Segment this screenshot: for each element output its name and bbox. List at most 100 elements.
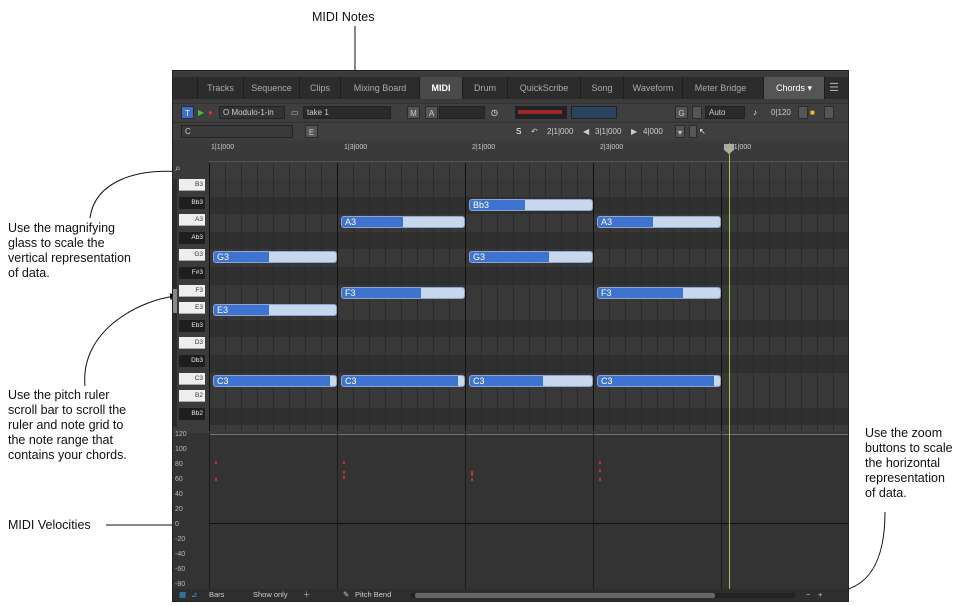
velocity-lane[interactable]: 120 100 80 60 40 20 0 -20 -40 -60 -80 xyxy=(173,431,848,589)
velocity-marker[interactable] xyxy=(599,460,601,464)
midi-note[interactable]: A3 xyxy=(341,216,465,229)
velocity-scale-label: -80 xyxy=(175,581,186,588)
snap-label[interactable]: S xyxy=(516,125,521,138)
arm-button[interactable]: A xyxy=(425,106,438,119)
note-label: E3 xyxy=(217,305,229,316)
midi-note[interactable]: C3 xyxy=(597,374,721,387)
auto-select[interactable]: Auto xyxy=(705,106,745,119)
key-ab3[interactable]: Ab3 xyxy=(179,231,205,244)
tab-waveform[interactable]: Waveform xyxy=(623,77,682,99)
midi-note[interactable]: C3 xyxy=(341,374,465,387)
midi-note[interactable]: C3 xyxy=(213,374,337,387)
key-b3[interactable]: B3 xyxy=(179,179,205,191)
velocity-marker[interactable] xyxy=(215,477,217,481)
tab-mixing-board[interactable]: Mixing Board xyxy=(340,77,419,99)
bars-select[interactable]: Bars xyxy=(209,589,224,601)
ruler-label: 1|3|000 xyxy=(344,144,368,151)
key-f3[interactable]: F3 xyxy=(179,284,205,297)
layout-icon[interactable]: ▦ xyxy=(179,589,186,601)
tab-meter-bridge[interactable]: Meter Bridge xyxy=(682,77,758,99)
midi-note[interactable]: F3 xyxy=(341,286,465,299)
zoom-in-button[interactable]: + xyxy=(818,589,822,601)
play-icon[interactable]: ▶ xyxy=(198,106,204,119)
position-dropdown[interactable]: ▾ xyxy=(675,125,685,138)
arrow-left-icon: ◀ xyxy=(583,127,590,136)
select-tool-checkbox[interactable] xyxy=(689,125,697,138)
undo-icon[interactable]: ↶ xyxy=(531,125,538,138)
extra-checkbox[interactable] xyxy=(824,106,834,119)
record-icon[interactable]: ● xyxy=(208,106,213,119)
zoom-callout: Use the zoom buttons to scale the horizo… xyxy=(865,426,961,501)
velocity-marker[interactable] xyxy=(471,472,473,476)
shield-icon[interactable]: ■ xyxy=(810,106,815,119)
midi-note[interactable]: A3 xyxy=(597,216,721,229)
midi-note[interactable]: F3 xyxy=(597,286,721,299)
tab-tracks[interactable]: Tracks xyxy=(197,77,243,99)
zoom-out-button[interactable]: − xyxy=(806,589,810,601)
tab-chords[interactable]: Chords ▾ xyxy=(763,77,824,99)
velocity-scale-label: 100 xyxy=(175,446,187,453)
tab-sequence[interactable]: Sequence xyxy=(243,77,299,99)
velocity-marker[interactable] xyxy=(343,476,345,480)
controller-select[interactable]: Pitch Bend xyxy=(355,589,391,601)
key-eb3[interactable]: Eb3 xyxy=(179,319,205,332)
velocity-scale-label: 120 xyxy=(175,431,187,438)
key-d3[interactable]: D3 xyxy=(179,337,205,350)
add-button[interactable]: ＋ xyxy=(303,589,311,601)
key-fsharp3[interactable]: F#3 xyxy=(179,267,205,279)
tab-drum[interactable]: Drum xyxy=(462,77,507,99)
tab-midi[interactable]: MIDI xyxy=(419,77,462,99)
pitch-ruler[interactable]: B3 Bb3 A3 Ab3 G3 F#3 F3 E3 Eb3 D3 Db3 C3 B2 Bb2 xyxy=(175,179,205,427)
key-e3[interactable]: E3 xyxy=(179,302,205,315)
pencil-icon[interactable]: ✎ xyxy=(343,589,349,601)
callout-line: Use the pitch ruler xyxy=(8,388,110,402)
key-bb3[interactable]: Bb3 xyxy=(179,196,205,209)
tab-song[interactable]: Song xyxy=(580,77,623,99)
callout-line: of data. xyxy=(8,266,50,280)
tab-quickscribe[interactable]: QuickScribe xyxy=(507,77,580,99)
value-field[interactable] xyxy=(439,106,485,119)
velocity-marker[interactable] xyxy=(471,477,473,481)
velocity-scale-label: 80 xyxy=(175,461,183,468)
key-c3[interactable]: C3 xyxy=(179,372,205,385)
velocity-zero-line xyxy=(209,523,848,524)
note-icon: ♪ xyxy=(753,108,757,117)
clock-icon[interactable]: ◷ xyxy=(491,106,498,119)
horizontal-scrollbar[interactable] xyxy=(411,593,795,598)
midi-note[interactable]: C3 xyxy=(469,374,593,387)
key-bb2[interactable]: Bb2 xyxy=(179,407,205,420)
velocity-marker[interactable] xyxy=(343,460,345,464)
horizontal-scrollbar-thumb[interactable] xyxy=(415,593,715,598)
menu-icon[interactable]: ☰ xyxy=(824,77,843,99)
midi-note[interactable]: Bb3 xyxy=(469,198,593,211)
velocity-marker[interactable] xyxy=(343,471,345,475)
magnifier-icon[interactable]: ⌕ xyxy=(175,163,181,174)
midi-note[interactable]: G3 xyxy=(469,251,593,264)
midi-note[interactable]: G3 xyxy=(213,251,337,264)
grid-button[interactable]: G xyxy=(675,106,688,119)
auto-checkbox[interactable] xyxy=(692,106,702,119)
take-select[interactable]: take 1 xyxy=(303,106,391,119)
chord-field[interactable]: C xyxy=(181,125,293,138)
key-g3[interactable]: G3 xyxy=(179,249,205,262)
cursor-icon[interactable]: ↖ xyxy=(699,125,706,138)
key-b2[interactable]: B2 xyxy=(179,390,205,403)
option-checkbox[interactable] xyxy=(798,106,808,119)
ruler-icon[interactable]: ⊿ xyxy=(191,589,197,601)
midi-note[interactable]: E3 xyxy=(213,304,337,317)
midi-input-select[interactable]: O Modulo-1-in xyxy=(219,106,285,119)
key-a3[interactable]: A3 xyxy=(179,214,205,227)
e-button[interactable]: E xyxy=(305,125,318,138)
velocity-marker[interactable] xyxy=(215,460,217,464)
track-button[interactable]: T xyxy=(181,106,194,119)
time-ruler[interactable]: 1|1|000 1|3|000 2|1|000 2|3|000 3|1|000 xyxy=(173,143,848,162)
callout-line: glass to scale the xyxy=(8,236,105,250)
velocity-marker[interactable] xyxy=(599,469,601,473)
key-db3[interactable]: Db3 xyxy=(179,355,205,367)
note-grid[interactable]: Bb3 A3 A3 G3 G3 F3 F3 E3 C3 C3 C3 C3 xyxy=(209,163,848,431)
velocity-marker[interactable] xyxy=(599,477,601,481)
mute-button[interactable]: M xyxy=(407,106,420,119)
callout-line: the note range that xyxy=(8,433,113,447)
tab-clips[interactable]: Clips xyxy=(299,77,340,99)
grid-line xyxy=(465,163,466,431)
